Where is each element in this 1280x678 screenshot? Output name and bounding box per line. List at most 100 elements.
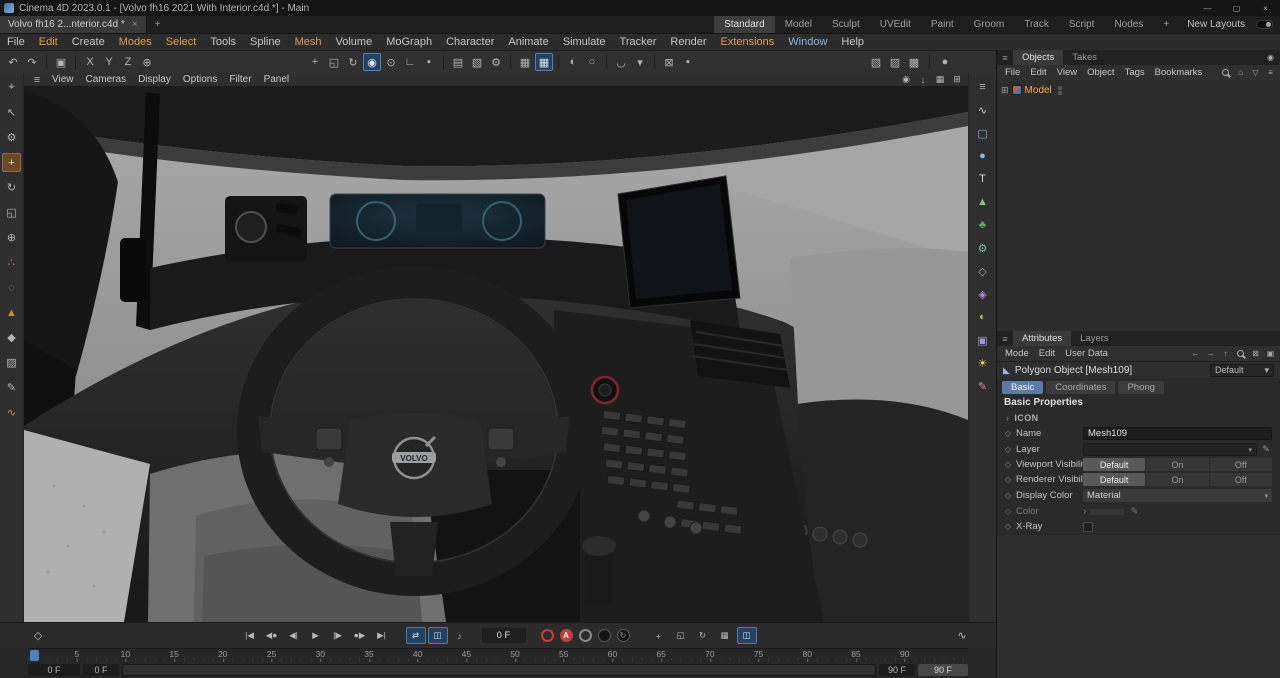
wireframe-sphere-icon[interactable]: ○: [583, 53, 601, 71]
scale-tool-icon[interactable]: ◱: [325, 53, 343, 71]
menu-item-animate[interactable]: Animate: [501, 36, 555, 48]
deformer-icon[interactable]: ◇: [974, 263, 992, 279]
tree-row-model[interactable]: ⊞ Model: [997, 83, 1280, 97]
timeline-scrollbar-handle[interactable]: [123, 665, 875, 675]
zoom-tool-icon[interactable]: ⌖: [2, 78, 21, 97]
record-scale-toggle[interactable]: ◱: [671, 627, 691, 644]
maximize-button[interactable]: ▢: [1222, 0, 1251, 16]
menu-item-spline[interactable]: Spline: [243, 36, 288, 48]
next-key-button[interactable]: ●▶: [350, 627, 370, 644]
go-to-start-button[interactable]: |◀: [240, 627, 260, 644]
next-frame-button[interactable]: |▶: [328, 627, 348, 644]
attributes-panel-menu-icon[interactable]: ≡: [997, 331, 1013, 346]
menu-item-display[interactable]: Display: [132, 74, 177, 85]
palette-menu-icon[interactable]: ≡: [974, 79, 992, 95]
render-region-icon[interactable]: ▨: [886, 53, 904, 71]
render-visibility-dot[interactable]: [1058, 91, 1062, 95]
keyframe-dot-icon[interactable]: ◇: [1003, 491, 1013, 500]
spline-pen-tool-icon[interactable]: ∿: [2, 403, 21, 422]
tab-uvedit[interactable]: UVEdit: [870, 16, 921, 33]
keyframe-dot-icon[interactable]: ◇: [1003, 460, 1013, 469]
menu-item-character[interactable]: Character: [439, 36, 501, 48]
layout-switch-toggle[interactable]: [1256, 20, 1273, 29]
add-layout-tab[interactable]: +: [1153, 16, 1179, 33]
paint-icon[interactable]: ✎: [974, 378, 992, 394]
menu-item-tags[interactable]: Tags: [1120, 67, 1150, 78]
option-default[interactable]: Default: [1083, 473, 1145, 486]
spline-pen-icon[interactable]: ∿: [974, 102, 992, 118]
menu-item-panel[interactable]: Panel: [258, 74, 296, 85]
play-button[interactable]: ▶: [306, 627, 326, 644]
color-swatch-icon[interactable]: ▪: [420, 53, 438, 71]
axis-lock-icon[interactable]: ⊠: [660, 53, 678, 71]
active-tool-icon[interactable]: ◉: [363, 53, 381, 71]
record-rotation-toggle[interactable]: ↻: [693, 627, 713, 644]
snap-settings-icon[interactable]: ▾: [631, 53, 649, 71]
lock-y-button[interactable]: Y: [100, 53, 118, 71]
model-mode-icon[interactable]: ◆: [2, 328, 21, 347]
loop-toggle[interactable]: ⇄: [406, 627, 426, 644]
rotate-tool-icon[interactable]: ↻: [344, 53, 362, 71]
tree-object-icon[interactable]: ♣: [974, 217, 992, 233]
xray-checkbox[interactable]: [1083, 522, 1093, 532]
grid-view-icon[interactable]: ▦: [933, 74, 947, 86]
landscape-object-icon[interactable]: ▲: [974, 194, 992, 210]
tab-objects[interactable]: Objects: [1013, 50, 1063, 65]
snap-toggle-icon[interactable]: ◡: [612, 53, 630, 71]
sort-icon[interactable]: ≡: [1264, 67, 1277, 79]
workplane-icon[interactable]: ∟: [401, 53, 419, 71]
menu-item-tools[interactable]: Tools: [203, 36, 243, 48]
menu-item-edit[interactable]: Edit: [1025, 67, 1051, 78]
menu-item-options[interactable]: Options: [177, 74, 223, 85]
knife-tool-icon[interactable]: ✎: [2, 378, 21, 397]
panel-options-icon[interactable]: ◉: [1264, 52, 1277, 64]
camera-icon[interactable]: ▣: [974, 332, 992, 348]
material-preview-icon[interactable]: ●: [936, 53, 954, 71]
menu-item-bookmarks[interactable]: Bookmarks: [1150, 67, 1208, 78]
shading-sphere-icon[interactable]: ◐: [564, 53, 582, 71]
menu-item-cameras[interactable]: Cameras: [80, 74, 133, 85]
document-tab[interactable]: Volvo fh16 2...nterior.c4d * ×: [0, 16, 147, 33]
timeline-end-field[interactable]: 90 F: [918, 664, 968, 676]
tab-sculpt[interactable]: Sculpt: [822, 16, 870, 33]
tab-standard[interactable]: Standard: [714, 16, 775, 33]
render-picture-viewer-icon[interactable]: ▧: [468, 53, 486, 71]
record-parameter-toggle[interactable]: ▦: [715, 627, 735, 644]
keyframe-dot-icon[interactable]: ◇: [1003, 445, 1013, 454]
tab-nodes[interactable]: Nodes: [1104, 16, 1153, 33]
menu-item-file[interactable]: File: [0, 36, 32, 48]
viewport-canvas[interactable]: VOLVO: [24, 86, 968, 622]
coordinate-system-button[interactable]: ⊕: [138, 53, 156, 71]
menu-item-mesh[interactable]: Mesh: [288, 36, 329, 48]
interactive-render-region-icon[interactable]: ▧: [867, 53, 885, 71]
menu-item-simulate[interactable]: Simulate: [556, 36, 613, 48]
fcurve-button[interactable]: ∿: [952, 627, 972, 645]
lock-icon[interactable]: ⊠: [1249, 348, 1262, 360]
menu-item-user-data[interactable]: User Data: [1060, 348, 1113, 359]
tab-model[interactable]: Model: [775, 16, 822, 33]
display-color-dropdown[interactable]: Material ▾: [1083, 489, 1272, 502]
tab-phong[interactable]: Phong: [1118, 381, 1163, 394]
preview-start-field[interactable]: 0 F: [83, 664, 119, 676]
menu-item-file[interactable]: File: [1000, 67, 1025, 78]
sphere-object-icon[interactable]: ●: [974, 148, 992, 164]
record-pla-toggle[interactable]: ◫: [737, 627, 757, 644]
menu-item-tracker[interactable]: Tracker: [613, 36, 664, 48]
menu-item-filter[interactable]: Filter: [223, 74, 257, 85]
axis-tool-icon[interactable]: ⊕: [2, 228, 21, 247]
menu-item-create[interactable]: Create: [65, 36, 112, 48]
set-keyframe-button[interactable]: ◇: [28, 627, 48, 645]
tab-attributes[interactable]: Attributes: [1013, 331, 1071, 346]
preview-end-field[interactable]: 90 F: [879, 664, 915, 676]
lock-x-button[interactable]: X: [81, 53, 99, 71]
objects-tree[interactable]: ⊞ Model: [997, 80, 1280, 331]
visibility-dots[interactable]: [1058, 86, 1062, 95]
new-layouts-button[interactable]: New Layouts: [1179, 16, 1253, 33]
edges-mode-icon[interactable]: ◌: [2, 278, 21, 297]
motion-record-button[interactable]: ↻: [617, 629, 630, 642]
new-panel-icon[interactable]: ▣: [1264, 348, 1277, 360]
menu-item-modes[interactable]: Modes: [112, 36, 159, 48]
search-icon[interactable]: [1219, 67, 1232, 79]
rotate-tool-icon[interactable]: ↻: [2, 178, 21, 197]
tab-layers[interactable]: Layers: [1071, 331, 1118, 346]
